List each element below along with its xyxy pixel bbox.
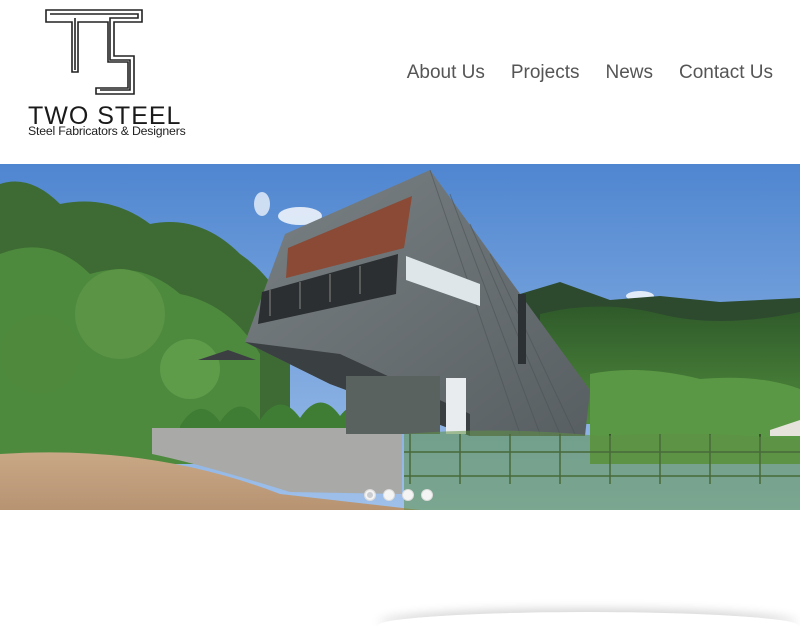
hero-house-image — [0, 164, 800, 510]
ts-monogram-icon — [45, 9, 143, 95]
slide-dot-2[interactable] — [382, 489, 395, 501]
brand-tagline: Steel Fabricators & Designers — [28, 124, 186, 138]
slideshow-pagination — [0, 489, 800, 501]
nav-contact-us[interactable]: Contact Us — [679, 62, 773, 84]
slide-dot-1[interactable] — [363, 489, 376, 501]
nav-projects[interactable]: Projects — [511, 62, 580, 84]
nav-about-us[interactable]: About Us — [407, 62, 485, 84]
nav-news[interactable]: News — [606, 62, 654, 84]
site-logo[interactable]: TWO STEEL Steel Fabricators & Designers — [26, 8, 196, 140]
hero-slideshow[interactable] — [0, 164, 800, 510]
main-nav: About Us Projects News Contact Us — [381, 62, 773, 84]
slide-dot-3[interactable] — [401, 489, 414, 501]
content-panel-edge — [378, 612, 798, 626]
slide-dot-4[interactable] — [420, 489, 433, 501]
site-header: TWO STEEL Steel Fabricators & Designers … — [0, 0, 800, 164]
